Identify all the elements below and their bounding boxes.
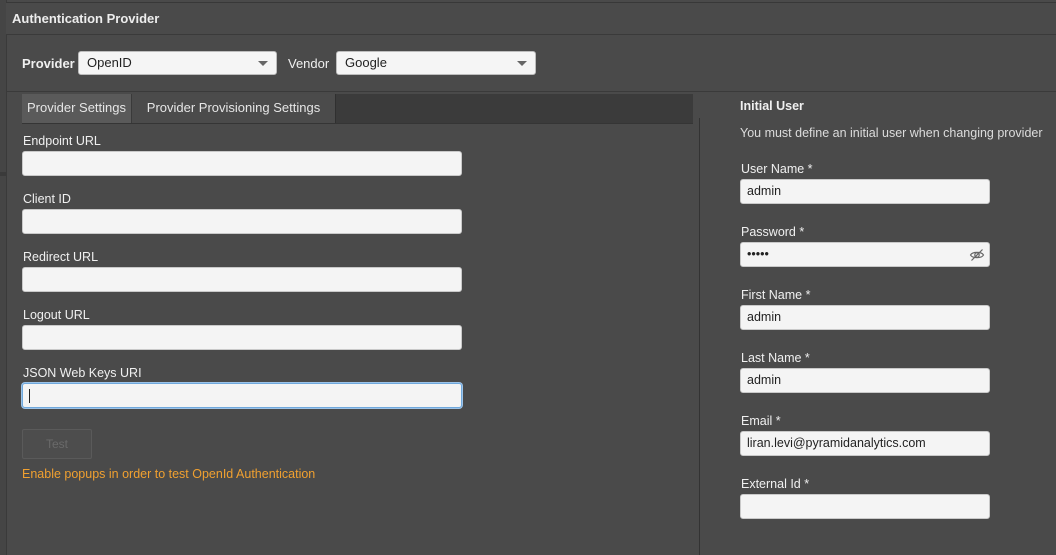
- initial-user-description: You must define an initial user when cha…: [740, 126, 1043, 140]
- first-name-label: First Name *: [741, 288, 811, 302]
- tab-provider-settings[interactable]: Provider Settings: [22, 94, 132, 123]
- email-label: Email *: [741, 414, 781, 428]
- endpoint-url-label: Endpoint URL: [23, 134, 101, 148]
- json-web-keys-uri-label: JSON Web Keys URI: [23, 366, 142, 380]
- password-input[interactable]: •••••: [740, 242, 990, 267]
- tab-provider-provisioning-settings[interactable]: Provider Provisioning Settings: [132, 94, 336, 123]
- user-name-input[interactable]: admin: [740, 179, 990, 204]
- logout-url-label: Logout URL: [23, 308, 90, 322]
- logout-url-input[interactable]: [22, 325, 462, 350]
- client-id-label: Client ID: [23, 192, 71, 206]
- chevron-down-icon: [258, 61, 268, 66]
- first-name-input[interactable]: admin: [740, 305, 990, 330]
- client-id-input[interactable]: [22, 209, 462, 234]
- endpoint-url-input[interactable]: [22, 151, 462, 176]
- provider-label: Provider: [22, 56, 75, 71]
- redirect-url-label: Redirect URL: [23, 250, 99, 264]
- password-label: Password *: [741, 225, 805, 239]
- popup-warning-text: Enable popups in order to test OpenId Au…: [22, 467, 316, 481]
- provider-select-value: OpenID: [87, 55, 132, 70]
- json-web-keys-uri-input[interactable]: [22, 383, 462, 408]
- external-id-label: External Id *: [741, 477, 810, 491]
- left-edge-strip: [0, 0, 7, 555]
- vendor-select[interactable]: Google: [336, 51, 536, 75]
- provider-select[interactable]: OpenID: [78, 51, 277, 75]
- left-edge-notch: [0, 172, 6, 176]
- initial-user-title: Initial User: [740, 99, 804, 113]
- eye-slash-icon[interactable]: [969, 247, 985, 263]
- settings-tab-strip: Provider Settings Provider Provisioning …: [22, 94, 693, 124]
- section-divider: [6, 91, 1056, 92]
- redirect-url-input[interactable]: [22, 267, 462, 292]
- vendor-select-value: Google: [345, 55, 387, 70]
- panel-divider: [699, 118, 700, 555]
- email-input[interactable]: liran.levi@pyramidanalytics.com: [740, 431, 990, 456]
- test-button[interactable]: Test: [22, 429, 92, 459]
- external-id-input[interactable]: [740, 494, 990, 519]
- page-title: Authentication Provider: [12, 11, 160, 26]
- last-name-label: Last Name *: [741, 351, 810, 365]
- password-value: •••••: [747, 247, 769, 261]
- user-name-label: User Name *: [741, 162, 813, 176]
- title-bar: [6, 2, 1056, 35]
- chevron-down-icon: [517, 61, 527, 66]
- vendor-label: Vendor: [288, 56, 330, 71]
- text-cursor: [29, 389, 30, 403]
- last-name-input[interactable]: admin: [740, 368, 990, 393]
